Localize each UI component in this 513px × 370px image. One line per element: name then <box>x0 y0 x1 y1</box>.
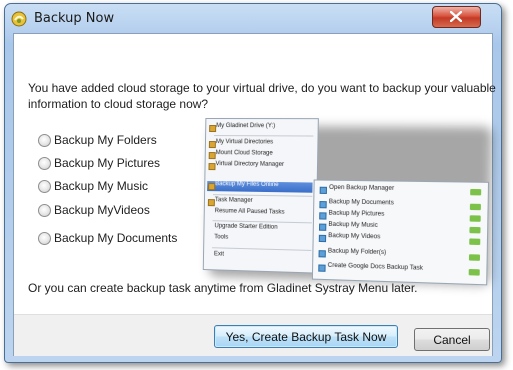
preview-menu-label: My Gladinet Drive (Y:) <box>216 123 276 130</box>
preview-submenu-label: Backup My Folder(s) <box>327 248 387 257</box>
preview-menu-item: My Gladinet Drive (Y:) <box>209 123 276 133</box>
preview-menu-item: Mount Cloud Storage <box>208 150 273 161</box>
preview-menu-item: Backup My Files Online <box>208 181 279 192</box>
radio-circle[interactable] <box>38 134 51 147</box>
preview-submenu-label: Create Google Docs Backup Task <box>327 262 424 272</box>
preview-submenu: Open Backup Manager Backup My Documents … <box>311 179 490 286</box>
documents-icon <box>319 201 327 209</box>
preview-submenu-item: Backup My Music <box>318 221 378 233</box>
preview-menu-item: Tools <box>214 234 228 244</box>
pictures-icon <box>319 212 327 220</box>
preview-separator <box>212 194 313 197</box>
radio-circle[interactable] <box>38 157 51 170</box>
radio-circle[interactable] <box>38 180 51 193</box>
preview-menu-item: My Virtual Directories <box>208 139 274 149</box>
folder-icon <box>208 141 216 149</box>
radio-circle[interactable] <box>38 204 51 217</box>
message-line-1: You have added cloud storage to your vir… <box>28 81 496 95</box>
status-badge <box>469 215 481 222</box>
status-badge <box>468 268 480 276</box>
preview-submenu-label: Backup My Music <box>328 221 378 229</box>
preview-submenu-label: Open Backup Manager <box>329 184 395 192</box>
preview-menu-item: Virtual Directory Manager <box>208 161 285 172</box>
backup-manager-icon <box>319 186 328 194</box>
preview-menu-label: Upgrade Starter Edition <box>214 223 278 231</box>
music-icon <box>318 223 327 231</box>
preview-menu-item: Resume All Paused Tasks <box>215 208 285 220</box>
preview-menu-label: Virtual Directory Manager <box>215 161 285 168</box>
google-docs-icon <box>318 264 326 272</box>
preview-submenu-label: Backup My Videos <box>328 232 381 241</box>
message-line-2: information to cloud storage now? <box>28 97 209 111</box>
footer-note: Or you can create backup task anytime fr… <box>28 281 418 295</box>
status-badge <box>468 254 481 261</box>
radio-label: Backup My Folders <box>54 133 157 147</box>
preview-menu-label: Resume All Paused Tasks <box>214 208 285 216</box>
preview-menu-item: Upgrade Starter Edition <box>214 223 277 235</box>
preview-submenu-item: Backup My Pictures <box>319 210 385 221</box>
preview-submenu-label: Backup My Pictures <box>328 210 385 218</box>
preview-submenu-label: Backup My Documents <box>328 199 394 207</box>
close-icon <box>450 11 462 22</box>
status-badge <box>469 203 481 211</box>
preview-menu-label: Tools <box>214 234 229 241</box>
preview-menu-item: Exit <box>214 251 224 261</box>
preview-submenu-item: Create Google Docs Backup Task <box>318 262 424 276</box>
preview-separator <box>212 247 312 251</box>
manager-icon <box>208 163 216 171</box>
title-bar[interactable]: Backup Now <box>5 4 501 34</box>
videos-icon <box>318 234 327 243</box>
cloud-icon <box>208 152 216 160</box>
radio-label: Backup My Music <box>54 179 149 193</box>
preview-separator <box>214 135 314 137</box>
status-badge <box>469 238 481 246</box>
radio-circle[interactable] <box>38 232 51 245</box>
cancel-button[interactable]: Cancel <box>414 328 490 351</box>
task-icon <box>207 199 215 207</box>
gladinet-app-icon <box>11 11 27 27</box>
preview-submenu-item: Backup My Documents <box>319 199 394 210</box>
folder-icon <box>209 125 217 133</box>
create-backup-task-button[interactable]: Yes, Create Backup Task Now <box>214 325 398 348</box>
preview-main-menu: My Gladinet Drive (Y:) My Virtual Direct… <box>202 117 319 274</box>
radio-label: Backup My Documents <box>54 231 178 245</box>
radio-label: Backup My Pictures <box>54 156 161 170</box>
preview-menu-label: Task Manager <box>214 197 253 204</box>
radio-label: Backup MyVideos <box>54 203 150 217</box>
dialog-content: You have added cloud storage to your vir… <box>13 33 496 356</box>
preview-menu-label: Exit <box>213 251 224 258</box>
folder-icon <box>318 250 326 258</box>
status-badge <box>469 226 481 234</box>
preview-menu-label: My Virtual Directories <box>215 139 274 146</box>
preview-submenu-item: Backup My Folder(s) <box>318 248 387 260</box>
window-title: Backup Now <box>34 11 115 26</box>
preview-submenu-item: Open Backup Manager <box>319 184 395 196</box>
preview-menu-item: Task Manager <box>207 197 253 208</box>
preview-menu-label: Mount Cloud Storage <box>215 150 273 157</box>
preview-submenu-item: Backup My Videos <box>318 232 381 245</box>
backup-now-dialog: Backup Now You have added cloud storage … <box>4 3 502 363</box>
close-button[interactable] <box>432 6 481 28</box>
status-badge <box>470 188 482 196</box>
backup-icon <box>208 183 216 191</box>
preview-menu-label: Backup My Files Online <box>215 181 279 189</box>
systray-menu-preview-image: My Gladinet Drive (Y:) My Virtual Direct… <box>202 117 497 290</box>
